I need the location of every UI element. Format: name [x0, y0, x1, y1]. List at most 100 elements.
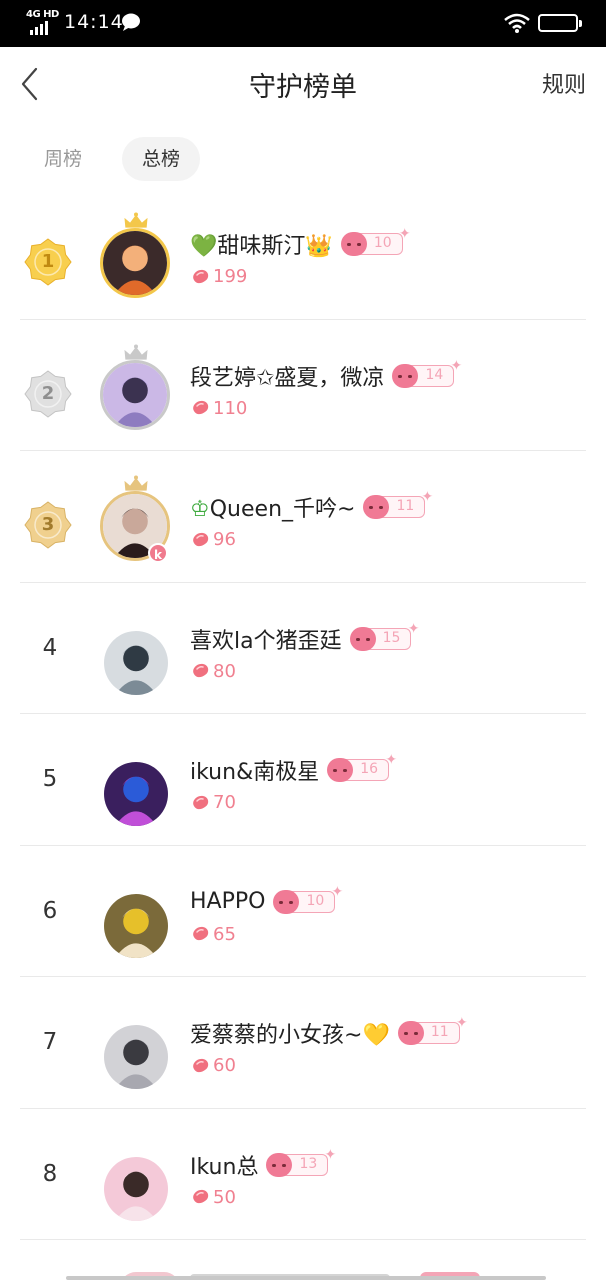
user-name: ikun&南极星 [190, 754, 319, 786]
user-name: 喜欢la个猪歪廷 [190, 623, 342, 655]
user-name: HAPPO [190, 889, 265, 914]
avatar[interactable] [100, 1007, 172, 1089]
rank-number: 6 [42, 897, 58, 924]
score-line: 199 [190, 266, 247, 287]
score-line: 110 [190, 398, 247, 419]
rank-medal-icon: 3 [24, 501, 72, 549]
tab-weekly[interactable]: 周榜 [24, 137, 102, 181]
level-face-icon [397, 1021, 424, 1045]
user-name-text: HAPPO [190, 889, 266, 914]
level-badge: 10 ✦ [340, 226, 411, 256]
wifi-icon [504, 13, 530, 33]
k-badge-icon: k [148, 543, 168, 563]
crown-icon [123, 344, 149, 360]
ranking-row[interactable]: 1 💚甜味斯汀👑 10 ✦ 199 [20, 188, 586, 320]
network-indicator: 4G HD [26, 9, 59, 20]
ranking-row[interactable]: 3 k ♔Queen_千吟~ 11 ✦ 96 [20, 451, 586, 583]
user-name: 段艺婷✩盛夏，微凉 [190, 360, 384, 392]
level-badge: 10 ✦ [273, 884, 343, 914]
avatar[interactable] [100, 212, 172, 298]
name-suffix: 👑 [305, 234, 333, 259]
rank-number: 3 [41, 514, 55, 535]
level-badge: 11 ✦ [397, 1015, 468, 1045]
avatar-image [104, 630, 168, 695]
rules-button[interactable]: 规则 [542, 67, 586, 99]
avatar[interactable] [100, 876, 172, 958]
user-name-text: ikun&南极星 [190, 760, 320, 785]
avatar-image [103, 362, 167, 427]
ranking-row[interactable]: 5 ikun&南极星 16 ✦ 70 [20, 714, 586, 846]
clock: 14:14 [64, 11, 124, 33]
sparkle-icon: ✦ [398, 226, 411, 242]
sparkle-icon: ✦ [385, 752, 398, 768]
ranking-row[interactable]: 2 段艺婷✩盛夏，微凉 14 ✦ 110 [20, 320, 586, 451]
level-face-icon [363, 495, 390, 519]
user-name-text: 段艺婷✩盛夏，微凉 [190, 365, 385, 391]
avatar-image [103, 231, 167, 295]
user-name-line: Ikun总 13 ✦ [190, 1147, 336, 1181]
user-name: ♔Queen_千吟~ [190, 491, 355, 523]
score-value: 50 [213, 1186, 236, 1208]
sparkle-icon: ✦ [450, 357, 463, 374]
user-name-line: ikun&南极星 16 ✦ [190, 752, 397, 786]
user-name-line: 段艺婷✩盛夏，微凉 14 ✦ [190, 358, 462, 392]
score-line: 50 [190, 1187, 236, 1208]
name-prefix: ♔ [190, 497, 210, 522]
scrollbar[interactable] [66, 1276, 546, 1280]
sparkle-icon: ✦ [421, 489, 434, 505]
score-value: 110 [213, 397, 248, 419]
sparkle-icon: ✦ [455, 1015, 468, 1031]
rank-number: 2 [41, 382, 55, 404]
ranking-row[interactable]: 6 HAPPO 10 ✦ 65 [20, 846, 586, 977]
tab-total[interactable]: 总榜 [122, 137, 201, 181]
avatar[interactable] [100, 613, 172, 695]
page-title: 守护榜单 [249, 72, 357, 103]
score-line: 96 [190, 529, 236, 550]
level-badge: 15 ✦ [349, 621, 419, 651]
next-row-partial [0, 1244, 606, 1280]
bean-icon [193, 795, 209, 809]
score-value: 65 [213, 923, 236, 945]
avatar-image [104, 1025, 168, 1089]
user-name-text: Ikun总 [190, 1154, 259, 1180]
ranking-tabs: 周榜 总榜 [24, 137, 220, 181]
score-line: 65 [190, 924, 236, 945]
avatar[interactable]: k [100, 475, 172, 563]
level-face-icon [327, 758, 354, 782]
level-badge: 14 ✦ [392, 358, 462, 388]
avatar[interactable] [100, 744, 172, 826]
rank-number: 4 [42, 634, 58, 661]
avatar[interactable] [100, 344, 172, 430]
sparkle-icon: ✦ [324, 1146, 337, 1163]
avatar[interactable] [100, 1139, 172, 1221]
name-prefix: 💚 [190, 234, 218, 259]
score-value: 70 [213, 792, 236, 813]
ranking-row[interactable]: 4 喜欢la个猪歪廷 15 ✦ 80 [20, 583, 586, 714]
user-name-text: 爱蔡蔡的小女孩~ [190, 1023, 363, 1048]
user-name-line: 💚甜味斯汀👑 10 ✦ [190, 226, 411, 260]
status-bar: 4G HD 14:14 90 [0, 0, 606, 47]
user-name: 爱蔡蔡的小女孩~💛 [190, 1017, 390, 1049]
score-line: 70 [190, 792, 236, 813]
rank-number: 7 [42, 1029, 58, 1055]
sparkle-icon: ✦ [331, 883, 344, 900]
rank-number: 8 [42, 1160, 58, 1187]
ranking-list: 1 💚甜味斯汀👑 10 ✦ 199 2 段艺婷✩盛夏，微凉 14 ✦ 110 3 k ♔Queen_千吟… [0, 188, 606, 1240]
ranking-row[interactable]: 8 Ikun总 13 ✦ 50 [20, 1109, 586, 1240]
bean-icon [193, 532, 209, 546]
user-name-text: 喜欢la个猪歪廷 [190, 628, 342, 654]
ranking-row[interactable]: 7 爱蔡蔡的小女孩~💛 11 ✦ 60 [20, 977, 586, 1109]
score-value: 60 [213, 1055, 236, 1076]
signal-icon [30, 21, 48, 35]
level-badge: 11 ✦ [363, 489, 433, 519]
battery-icon: 90 [538, 14, 582, 32]
rank-number: 1 [41, 251, 55, 272]
chat-bubble-icon [122, 13, 140, 31]
name-suffix: 💛 [362, 1023, 390, 1048]
level-face-icon [349, 626, 376, 651]
battery-level: 90 [550, 16, 566, 29]
score-value: 199 [213, 266, 248, 287]
bean-icon [193, 1189, 209, 1204]
user-name-text: 甜味斯汀 [217, 234, 306, 259]
score-line: 80 [190, 661, 236, 682]
